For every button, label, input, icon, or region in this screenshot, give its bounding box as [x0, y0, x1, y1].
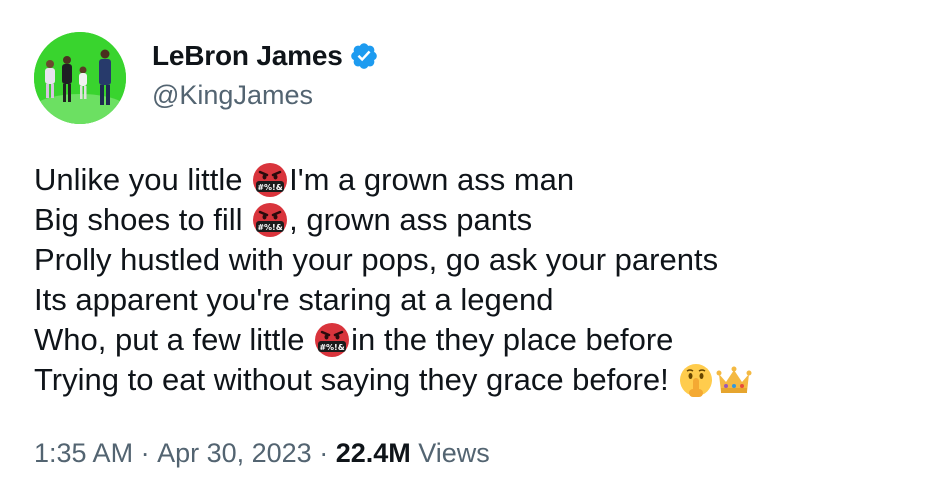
meta-separator: ·: [133, 438, 158, 468]
symbols-text: #%!&: [257, 223, 282, 232]
symbols-text: #%!&: [319, 343, 344, 352]
tweet-text: Unlike you little #%!& I'm a grown ass m…: [34, 160, 934, 400]
face-with-symbols-on-mouth-icon: #%!&: [253, 163, 288, 197]
tweet-line-2: Big shoes to fill #%!& , grown ass pants: [34, 200, 934, 240]
tweet-meta: 1:35 AM · Apr 30, 2023 · 22.4M Views: [34, 438, 490, 469]
symbols-text: #%!&: [257, 183, 282, 192]
crown-icon: [716, 366, 752, 393]
tweet-line-1: Unlike you little #%!& I'm a grown ass m…: [34, 160, 934, 200]
line-text: Big shoes to fill: [34, 202, 252, 237]
tweet-time[interactable]: 1:35 AM: [34, 438, 133, 469]
line-text: in the they place before: [351, 322, 674, 357]
line-text: Unlike you little: [34, 162, 252, 197]
line-text: Its apparent you're staring at a legend: [34, 282, 554, 317]
views-count[interactable]: 22.4M: [336, 438, 411, 469]
shushing-face-icon: [680, 364, 713, 397]
line-text: I'm a grown ass man: [289, 162, 575, 197]
face-with-symbols-on-mouth-icon: #%!&: [253, 203, 288, 237]
tweet-line-6: Trying to eat without saying they grace …: [34, 360, 934, 400]
line-text: Prolly hustled with your pops, go ask yo…: [34, 242, 719, 277]
avatar[interactable]: [34, 32, 126, 124]
author-handle[interactable]: @KingJames: [152, 80, 313, 111]
tweet-date[interactable]: Apr 30, 2023: [157, 438, 312, 469]
author-display-name[interactable]: LeBron James: [152, 40, 343, 72]
views-label: Views: [410, 438, 490, 468]
avatar-photo: [34, 32, 126, 124]
line-text: Trying to eat without saying they grace …: [34, 362, 678, 397]
author-name-row: LeBron James: [152, 38, 379, 74]
verified-badge-icon[interactable]: [349, 41, 379, 71]
tweet-line-5: Who, put a few little #%!& in the they p…: [34, 320, 934, 360]
tweet-line-3: Prolly hustled with your pops, go ask yo…: [34, 240, 934, 280]
line-text: Who, put a few little: [34, 322, 314, 357]
meta-separator: ·: [311, 438, 336, 468]
line-text: , grown ass pants: [289, 202, 533, 237]
face-with-symbols-on-mouth-icon: #%!&: [315, 323, 350, 357]
tweet-card: LeBron James @KingJames Unlike you littl…: [0, 0, 946, 490]
tweet-line-4: Its apparent you're staring at a legend: [34, 280, 934, 320]
